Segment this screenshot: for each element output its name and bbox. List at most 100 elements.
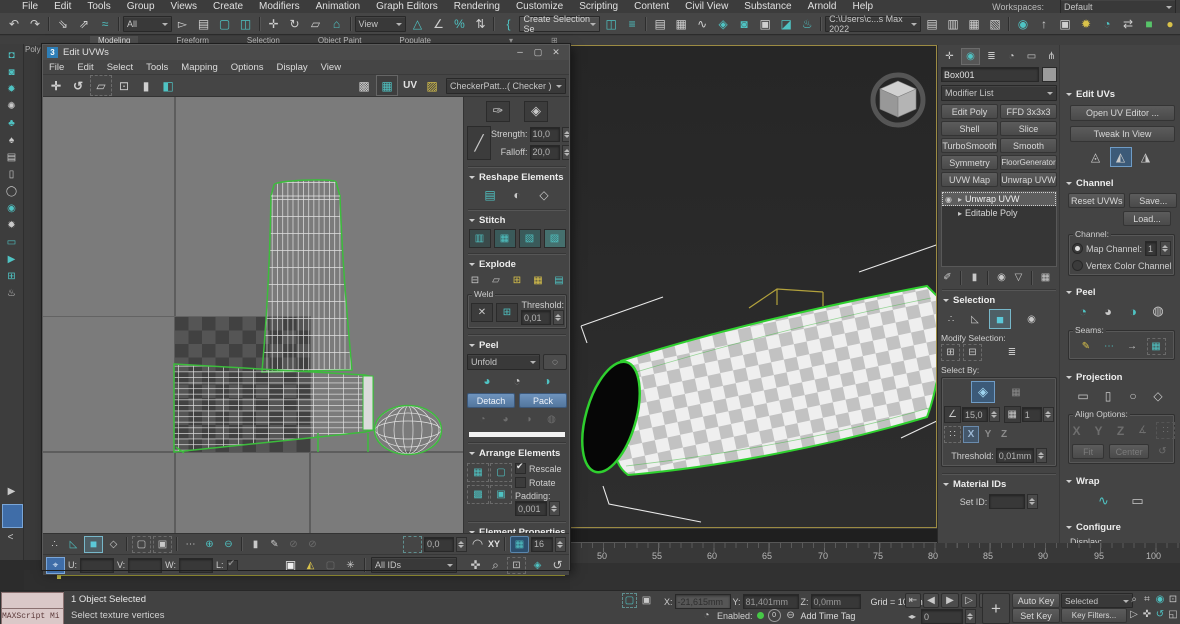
import-icon[interactable]: ↑ — [1034, 14, 1054, 33]
padding-spinner[interactable] — [549, 501, 560, 516]
texture-window-icon[interactable]: ▣ — [1055, 14, 1075, 33]
rollout-material-ids[interactable]: Material IDs — [941, 478, 1057, 491]
scale-icon[interactable]: ▱ — [306, 14, 326, 33]
falloff-spinner[interactable] — [562, 145, 569, 160]
pack-button[interactable]: Pack — [519, 393, 567, 408]
menu-content[interactable]: Content — [634, 1, 669, 12]
unlink-icon[interactable]: ⇗ — [74, 14, 94, 33]
uvw-menu-file[interactable]: File — [49, 62, 64, 73]
select-region-icon[interactable]: ▢ — [132, 536, 151, 553]
sun-icon[interactable]: ✺ — [3, 99, 20, 114]
spherical-projection-icon[interactable]: ○ — [1124, 387, 1143, 404]
object-name-field[interactable]: Box001 — [941, 67, 1039, 82]
explode-flatten-icon[interactable]: ⊟ — [467, 273, 484, 288]
next-frame-button[interactable]: ▷ — [961, 593, 977, 608]
select-region-sub-icon[interactable]: ▣ — [153, 536, 172, 553]
paint-move-brush-icon[interactable]: ✑ — [486, 101, 510, 122]
select-link-icon[interactable]: ⇘ — [53, 14, 73, 33]
absolute-mode-icon[interactable]: ⌖ — [46, 557, 65, 574]
unfold-dropdown[interactable]: Unfold — [467, 354, 540, 370]
tweak-in-view-button[interactable]: Tweak In View — [1070, 126, 1175, 142]
uv-island-tower[interactable] — [262, 180, 352, 372]
select-by-normal-icon[interactable]: ◈ — [971, 381, 995, 403]
show-end-result-icon[interactable]: ▮ — [968, 270, 981, 285]
axis-y-toggle[interactable]: Y — [981, 427, 995, 442]
stitch-custom-icon[interactable]: ▥ — [469, 229, 491, 248]
strength-spinner[interactable] — [562, 127, 569, 142]
render-icon[interactable]: ♨ — [797, 14, 817, 33]
grow-selection-icon[interactable]: ⊞ — [941, 344, 960, 361]
weld-all-icon[interactable]: ⊞ — [496, 303, 518, 322]
rollout-peel[interactable]: Peel — [1064, 286, 1177, 299]
align-normal-icon[interactable]: ∡ — [1134, 423, 1151, 438]
center-button[interactable]: Center — [1109, 444, 1149, 459]
edit-seams-icon[interactable]: ✎ — [1078, 339, 1095, 354]
reset-uvws-button[interactable]: Reset UVWs — [1068, 193, 1125, 208]
curve-editor-icon[interactable]: ∿ — [692, 14, 712, 33]
select-object-icon[interactable]: ▻ — [173, 14, 193, 33]
zoom-extents-icon[interactable]: ◉ — [1154, 593, 1166, 606]
matid-select-value[interactable]: 1 — [1022, 407, 1042, 422]
fit-button[interactable]: Fit — [1072, 444, 1104, 459]
zoom-to-selection-icon[interactable]: ↺ — [549, 558, 566, 573]
x-coordinate-field[interactable]: -21,615mm — [675, 594, 731, 609]
collapse-icon[interactable]: < — [2, 530, 19, 545]
planar-angle-value[interactable]: 15,0 — [962, 407, 988, 422]
preset-smooth[interactable]: Smooth — [1000, 138, 1057, 153]
all-ids-dropdown[interactable]: All IDs — [371, 557, 457, 573]
tab-create[interactable]: ✛ — [941, 49, 958, 64]
uv-island-cap[interactable] — [363, 376, 373, 430]
make-unique-icon[interactable]: ◉ — [995, 270, 1008, 285]
object-color-swatch[interactable] — [1042, 67, 1057, 82]
set-keys-button[interactable]: + — [982, 593, 1010, 624]
align-x-button[interactable]: X — [1068, 423, 1085, 438]
rollout-selection[interactable]: Selection — [941, 294, 1057, 307]
rollout-element-properties[interactable]: Element Properties — [467, 526, 567, 533]
falloff-line-icon[interactable]: ╱ — [467, 126, 491, 160]
configure-modifier-sets-icon[interactable]: ▦ — [1039, 270, 1052, 285]
set-id-value[interactable] — [989, 494, 1025, 509]
scene-script-icon[interactable]: ◘ — [3, 48, 20, 63]
uvw-menu-options[interactable]: Options — [231, 62, 264, 73]
key-filters-button[interactable]: Key Filters... — [1061, 608, 1127, 623]
menu-arnold[interactable]: Arnold — [808, 1, 837, 12]
pelt-relax-icon[interactable]: ◑ — [520, 412, 537, 427]
planar-angle-icon[interactable]: ∠ — [944, 406, 961, 423]
rotate-checkbox[interactable] — [515, 477, 526, 488]
peel-mode-icon[interactable]: ◔ — [507, 373, 527, 389]
pan-hand-icon[interactable]: ✜ — [1141, 608, 1153, 621]
track-bar[interactable] — [570, 563, 1180, 590]
teapot-icon[interactable]: ♨ — [3, 286, 20, 301]
preset-edit-poly[interactable]: Edit Poly — [941, 104, 998, 119]
select-by-name-icon[interactable]: ▤ — [194, 14, 214, 33]
uvw-menu-view[interactable]: View — [321, 62, 341, 73]
scene-explorer-icon[interactable]: ▤ — [922, 14, 942, 33]
paint-shrink-icon[interactable]: ⊘ — [304, 537, 321, 552]
cylindrical-projection-icon[interactable]: ▯ — [1099, 387, 1118, 404]
render-uv-template-icon[interactable]: ▨ — [422, 76, 442, 95]
menu-modifiers[interactable]: Modifiers — [259, 1, 300, 12]
menu-tools[interactable]: Tools — [87, 1, 110, 12]
tab-modify[interactable]: ◉ — [961, 48, 980, 65]
selection-lock-icon[interactable]: ▣ — [640, 594, 653, 607]
vertex-mode-icon[interactable]: ∴ — [941, 310, 961, 328]
v-field[interactable] — [128, 558, 162, 573]
preset-ffd[interactable]: FFD 3x3x3 — [1000, 104, 1057, 119]
pelt-reset-icon[interactable]: ◍ — [543, 412, 560, 427]
stitch-target-icon[interactable]: ▨ — [544, 229, 566, 248]
menu-substance[interactable]: Substance — [744, 1, 791, 12]
selection-filter-dropdown[interactable]: All — [123, 16, 172, 32]
named-selection-input[interactable]: Create Selection Se — [519, 16, 600, 32]
visibility-eye-icon[interactable]: ◉ — [942, 192, 955, 207]
uv-mirror-icon[interactable]: ▮ — [136, 76, 156, 95]
layer-list-icon[interactable]: ▧ — [985, 14, 1005, 33]
open-uv-editor-button[interactable]: Open UV Editor ... — [1070, 105, 1175, 121]
planar-angle-spinner[interactable] — [989, 407, 1000, 422]
texture-list-dropdown[interactable]: CheckerPatt...( Checker ) — [446, 78, 566, 94]
edge-mode-icon[interactable]: ◺ — [965, 310, 985, 328]
current-frame-field[interactable]: 0 — [921, 609, 963, 624]
edit-named-selections-icon[interactable]: { — [498, 14, 518, 33]
threshold-value[interactable]: 0,01mm — [996, 448, 1034, 463]
point-to-point-seam-icon[interactable]: ⋯ — [1101, 339, 1118, 354]
uv-canvas[interactable] — [43, 97, 464, 533]
